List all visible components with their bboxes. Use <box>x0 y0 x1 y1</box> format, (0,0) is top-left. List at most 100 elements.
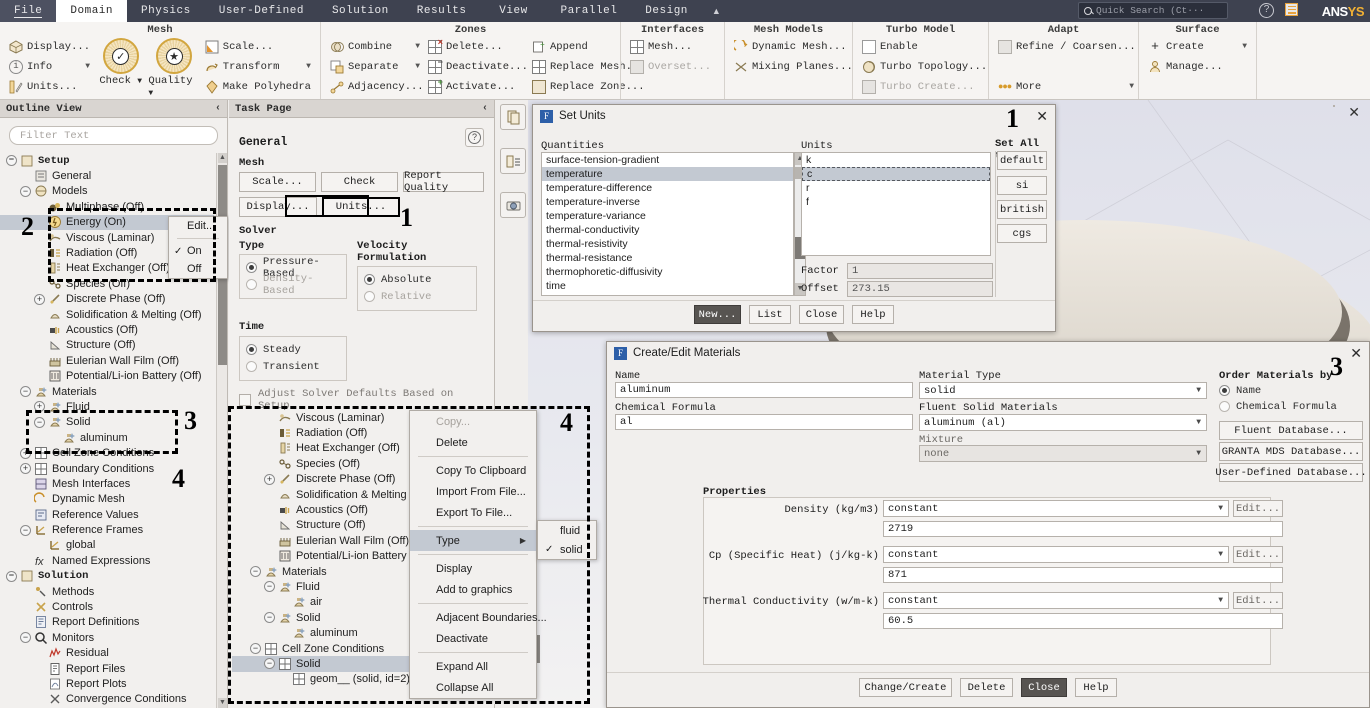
tree-node[interactable]: aluminum <box>0 430 214 445</box>
energy-menu-on[interactable]: ✓ On <box>169 242 227 260</box>
ribbon-surface-create-button[interactable]: + Create ▼ <box>1145 37 1250 56</box>
collapse-node-icon[interactable]: − <box>20 632 31 644</box>
create-edit-materials-dialog[interactable]: F Create/Edit Materials ✕ Name aluminum … <box>606 341 1370 708</box>
tree-node[interactable]: Eulerian Wall Film (Off) <box>0 353 214 368</box>
material-type-select[interactable]: solid ▼ <box>919 382 1207 399</box>
tree-node[interactable]: + Discrete Phase (Off) <box>0 292 214 307</box>
unit-item[interactable]: c <box>802 167 990 181</box>
tab-view[interactable]: View <box>480 0 546 22</box>
ribbon-combine-button[interactable]: Combine ▼ <box>327 37 423 56</box>
set-all-default-button[interactable]: default <box>997 151 1047 170</box>
tree-node[interactable]: fx Named Expressions <box>0 553 214 568</box>
property-edit-button[interactable]: Edit... <box>1233 592 1283 609</box>
tree-node[interactable]: − Models <box>0 184 214 199</box>
ctx-deactivate[interactable]: Deactivate <box>410 628 536 649</box>
ribbon-surface-manage-button[interactable]: Manage... <box>1145 57 1250 76</box>
scale-button[interactable]: Scale... <box>239 172 317 192</box>
radio-order-by-formula[interactable]: Chemical Formula <box>1219 398 1337 415</box>
collapse-node-icon[interactable]: − <box>20 386 31 398</box>
collapse-icon[interactable]: ‹ <box>482 103 488 114</box>
help-icon[interactable]: ? <box>1259 3 1274 18</box>
type-submenu[interactable]: fluid ✓ solid <box>537 520 597 560</box>
tree-node[interactable]: − Solid <box>0 415 214 430</box>
tree-node[interactable]: − Materials <box>0 384 214 399</box>
tree-node[interactable]: global <box>0 538 214 553</box>
collapse-node-icon[interactable]: − <box>20 524 31 536</box>
adjust-solver-defaults-checkbox[interactable]: Adjust Solver Defaults Based on Setup <box>239 388 484 412</box>
collapse-node-icon[interactable]: − <box>6 570 17 582</box>
collapse-node-icon[interactable]: − <box>250 566 261 578</box>
unit-item[interactable]: f <box>802 195 990 209</box>
list-units-button[interactable]: List <box>749 305 791 324</box>
tree-node[interactable]: + Fluid <box>0 399 214 414</box>
check-button[interactable]: Check <box>321 172 399 192</box>
tree-node[interactable]: Controls <box>0 599 214 614</box>
quantity-item[interactable]: temperature-inverse <box>542 195 793 209</box>
tree-node[interactable]: − Solution <box>0 569 214 584</box>
chevron-down-icon[interactable]: ▼ <box>405 62 420 71</box>
quantity-item[interactable]: temperature-variance <box>542 209 793 223</box>
quantity-item[interactable]: thermal-resistance <box>542 251 793 265</box>
tree-node[interactable]: − Monitors <box>0 630 214 645</box>
tree-node[interactable]: Report Plots <box>0 676 214 691</box>
ribbon-adapt-more-button[interactable]: ●●● More ▼ <box>995 77 1137 96</box>
quantity-item[interactable]: thermal-resistivity <box>542 237 793 251</box>
tree-node[interactable]: − Setup <box>0 153 214 168</box>
ctx-import-from-file[interactable]: Import From File... <box>410 481 536 502</box>
property-edit-button[interactable]: Edit... <box>1233 546 1283 563</box>
collapse-icon[interactable]: ‹ <box>215 103 221 114</box>
chevron-down-icon[interactable]: ▼ <box>296 62 311 71</box>
quantity-item[interactable]: time <box>542 279 793 293</box>
delete-material-button[interactable]: Delete <box>960 678 1013 697</box>
tab-user-defined[interactable]: User-Defined <box>205 0 318 22</box>
radio-steady[interactable]: Steady <box>246 341 340 358</box>
set-all-british-button[interactable]: british <box>997 200 1047 219</box>
cellzone-context-menu[interactable]: Copy... Delete Copy To Clipboard Import … <box>409 410 547 699</box>
energy-menu-edit[interactable]: Edit... <box>169 217 227 235</box>
quantity-item[interactable]: temperature-difference <box>542 181 793 195</box>
offset-input[interactable]: 273.15 <box>847 281 993 297</box>
radio-order-by-name[interactable]: Name <box>1219 382 1261 399</box>
tree-node[interactable]: Report Definitions <box>0 615 214 630</box>
ribbon-delete-zone-button[interactable]: × Delete... <box>425 37 527 56</box>
quantity-item[interactable]: temperature <box>542 167 793 181</box>
ribbon-refine-coarsen-button[interactable]: Refine / Coarsen... <box>995 37 1137 56</box>
close-units-button[interactable]: Close <box>799 305 844 324</box>
chevron-down-icon[interactable]: ▼ <box>1232 42 1247 51</box>
fluent-database-button[interactable]: Fluent Database... <box>1219 421 1363 440</box>
ribbon-activate-zone-button[interactable]: + Activate... <box>425 77 527 96</box>
close-icon[interactable]: ✕ <box>1036 109 1048 123</box>
energy-menu-off[interactable]: Off <box>169 260 227 278</box>
ribbon-make-polyhedra-button[interactable]: Make Polyhedra <box>202 77 314 96</box>
radio-relative[interactable]: Relative <box>364 288 470 305</box>
report-quality-button[interactable]: Report Quality <box>403 170 484 194</box>
expand-node-icon[interactable]: + <box>34 293 45 305</box>
ribbon-units-button[interactable]: Units... <box>6 77 93 96</box>
tree-node[interactable]: Methods <box>0 584 214 599</box>
ribbon-adjacency-button[interactable]: Adjacency... <box>327 77 424 96</box>
copy-page-button[interactable] <box>500 104 526 130</box>
close-icon[interactable]: ✕ <box>1350 346 1362 360</box>
submenu-fluid[interactable]: fluid <box>538 521 596 540</box>
collapse-node-icon[interactable]: − <box>264 581 275 593</box>
ribbon-collapse-icon[interactable]: ▲ <box>702 0 731 22</box>
tree-node[interactable]: Residual <box>0 646 214 661</box>
ribbon-scale-button[interactable]: Scale... <box>202 37 314 56</box>
radio-absolute[interactable]: Absolute <box>364 271 470 288</box>
ctx-collapse-all[interactable]: Collapse All <box>410 677 536 698</box>
radio-density-based[interactable]: Density-Based <box>246 273 340 297</box>
tab-physics[interactable]: Physics <box>127 0 205 22</box>
fluent-solid-materials-select[interactable]: aluminum (al) ▼ <box>919 414 1207 431</box>
ribbon-turbo-enable-checkbox[interactable]: Enable <box>859 37 987 56</box>
ctx-delete[interactable]: Delete <box>410 432 536 453</box>
tree-node[interactable]: Potential/Li-ion Battery (Off) <box>0 368 214 383</box>
quantity-item[interactable]: thermophoretic-diffusivity <box>542 265 793 279</box>
tree-node[interactable]: General <box>0 168 214 183</box>
energy-context-menu[interactable]: Edit... ✓ On Off <box>168 216 228 279</box>
expand-node-icon[interactable]: + <box>20 463 31 474</box>
expand-node-icon[interactable]: + <box>34 401 45 413</box>
quantity-item[interactable]: thermal-conductivity <box>542 223 793 237</box>
chevron-down-icon[interactable]: ▼ <box>75 62 90 71</box>
tree-node[interactable]: Structure (Off) <box>0 338 214 353</box>
ctx-display[interactable]: Display <box>410 558 536 579</box>
